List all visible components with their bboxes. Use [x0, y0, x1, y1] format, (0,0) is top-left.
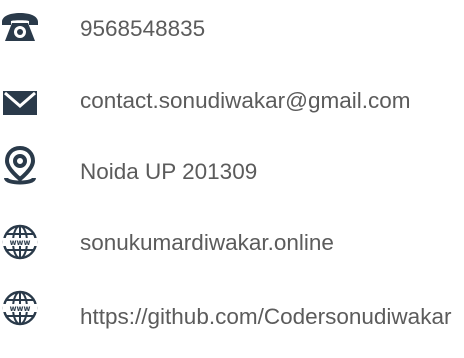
map-pin-icon	[0, 145, 40, 189]
email-link[interactable]: contact.sonudiwakar@gmail.com	[80, 86, 464, 116]
contact-info-list: 9568548835 contact.sonudiwakar@gmail.com…	[0, 0, 464, 358]
telephone-icon	[0, 10, 40, 50]
envelope-icon	[0, 84, 40, 124]
contact-row-address: Noida UP 201309	[0, 145, 464, 190]
phone-link[interactable]: 9568548835	[80, 14, 464, 44]
github-link[interactable]: https://github.com/Codersonudiwakar	[80, 302, 460, 332]
svg-text:www: www	[10, 238, 31, 247]
svg-text:www: www	[10, 304, 31, 313]
contact-row-github: www https://github.com/Codersonudiwakar	[0, 288, 464, 358]
address-text: Noida UP 201309	[80, 159, 258, 184]
globe-www-icon: www	[0, 288, 40, 328]
globe-www-icon: www	[0, 222, 40, 262]
contact-row-phone: 9568548835	[0, 10, 464, 50]
contact-row-email: contact.sonudiwakar@gmail.com	[0, 80, 464, 120]
contact-row-website: www sonukumardiwakar.online	[0, 220, 464, 260]
website-link[interactable]: sonukumardiwakar.online	[80, 228, 464, 258]
